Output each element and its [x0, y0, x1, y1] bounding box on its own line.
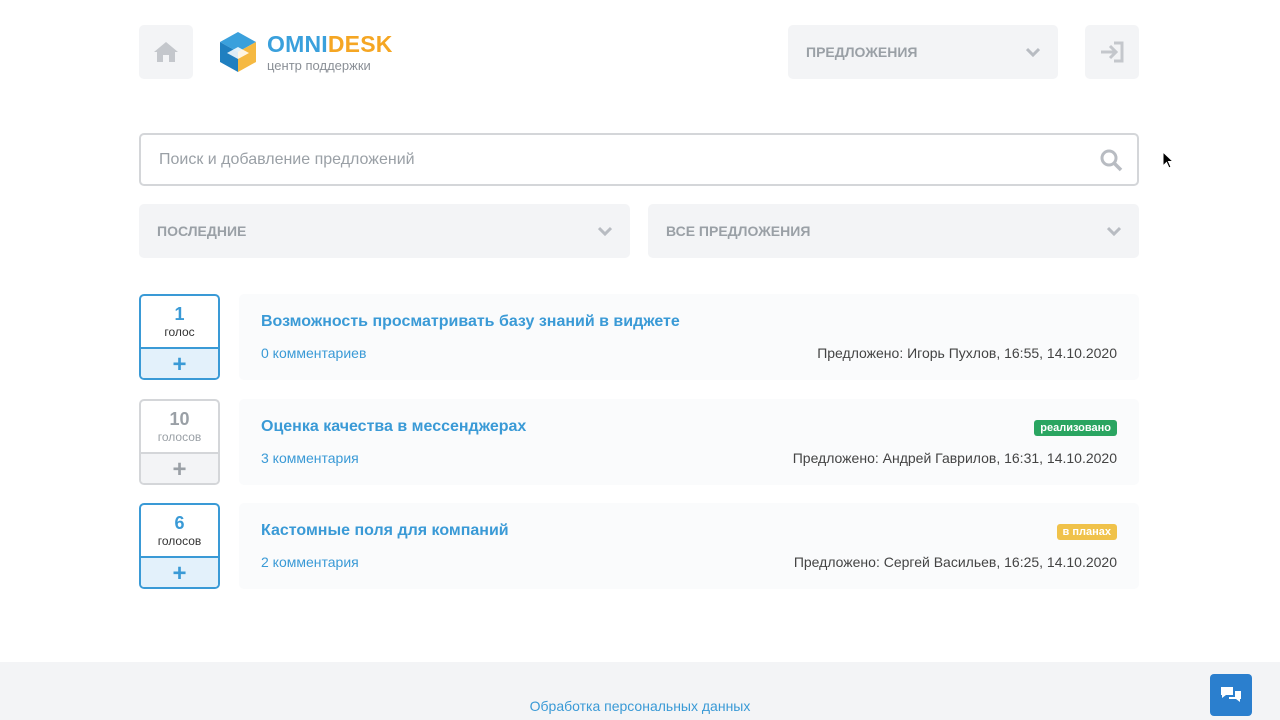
suggestion-card: Возможность просматривать базу знаний в … — [239, 294, 1139, 380]
vote-box: 10 голосов + — [139, 399, 220, 485]
sort-filter-label: ПОСЛЕДНИЕ — [157, 223, 247, 239]
vote-count: 10 — [169, 409, 190, 429]
chevron-down-icon — [598, 226, 612, 236]
suggestion-title[interactable]: Кастомные поля для компаний — [261, 522, 509, 540]
suggestion-item: 6 голосов + Кастомные поля для компаний … — [139, 503, 1139, 589]
vote-label: голосов — [157, 430, 202, 444]
logo-cube-icon — [220, 32, 256, 72]
logo-brand-omni: OMNI — [267, 30, 328, 57]
omnidesk-logo[interactable]: OMNIDESK центр поддержки — [219, 30, 393, 74]
vote-box: 6 голосов + — [139, 503, 220, 589]
vote-button[interactable]: + — [141, 347, 218, 378]
vote-label: голосов — [157, 534, 202, 548]
vote-box: 1 голос + — [139, 294, 220, 380]
chevron-down-icon — [1026, 47, 1040, 57]
header: OMNIDESK центр поддержки ПРЕДЛОЖЕНИЯ — [139, 25, 1139, 79]
suggestion-item: 10 голосов + Оценка качества в мессендже… — [139, 399, 1139, 485]
suggestion-title[interactable]: Оценка качества в мессенджерах — [261, 418, 526, 436]
search-box — [139, 133, 1139, 186]
suggestion-title[interactable]: Возможность просматривать базу знаний в … — [261, 313, 680, 331]
vote-button[interactable]: + — [141, 452, 218, 483]
status-badge: в планах — [1056, 524, 1117, 540]
chat-widget-button[interactable] — [1210, 674, 1252, 716]
vote-count: 6 — [174, 513, 185, 533]
chevron-down-icon — [1107, 226, 1121, 236]
vote-count: 1 — [174, 304, 185, 324]
sort-filter[interactable]: ПОСЛЕДНИЕ — [139, 204, 630, 258]
home-button[interactable] — [139, 25, 193, 79]
suggestion-card: Оценка качества в мессенджерах реализова… — [239, 399, 1139, 485]
privacy-link[interactable]: Обработка персональных данных — [0, 698, 1280, 714]
logo-subtitle: центр поддержки — [267, 57, 371, 73]
search-icon[interactable] — [1099, 148, 1123, 172]
mouse-cursor-icon — [1162, 151, 1174, 169]
suggestion-meta: Предложено: Игорь Пухлов, 16:55, 14.10.2… — [817, 345, 1117, 361]
comments-link[interactable]: 2 комментария — [261, 554, 359, 570]
sign-in-icon — [1101, 41, 1124, 63]
chat-bubbles-icon — [1221, 687, 1241, 702]
status-badge: реализовано — [1034, 420, 1117, 436]
vote-label: голос — [164, 325, 195, 339]
suggestion-item: 1 голос + Возможность просматривать базу… — [139, 294, 1139, 380]
section-select-label: ПРЕДЛОЖЕНИЯ — [806, 44, 918, 60]
vote-button[interactable]: + — [141, 556, 218, 587]
suggestion-card: Кастомные поля для компаний в планах 2 к… — [239, 503, 1139, 589]
status-filter-label: ВСЕ ПРЕДЛОЖЕНИЯ — [666, 223, 811, 239]
search-input[interactable] — [159, 135, 1079, 184]
footer: Обработка персональных данных — [0, 662, 1280, 720]
section-select[interactable]: ПРЕДЛОЖЕНИЯ — [788, 25, 1058, 79]
login-button[interactable] — [1085, 25, 1139, 79]
home-icon — [154, 42, 178, 62]
suggestion-meta: Предложено: Андрей Гаврилов, 16:31, 14.1… — [792, 450, 1117, 466]
comments-link[interactable]: 3 комментария — [261, 450, 359, 466]
comments-link[interactable]: 0 комментариев — [261, 345, 366, 361]
status-filter[interactable]: ВСЕ ПРЕДЛОЖЕНИЯ — [648, 204, 1139, 258]
logo-brand-desk: DESK — [327, 30, 393, 57]
suggestion-meta: Предложено: Сергей Васильев, 16:25, 14.1… — [793, 554, 1117, 570]
